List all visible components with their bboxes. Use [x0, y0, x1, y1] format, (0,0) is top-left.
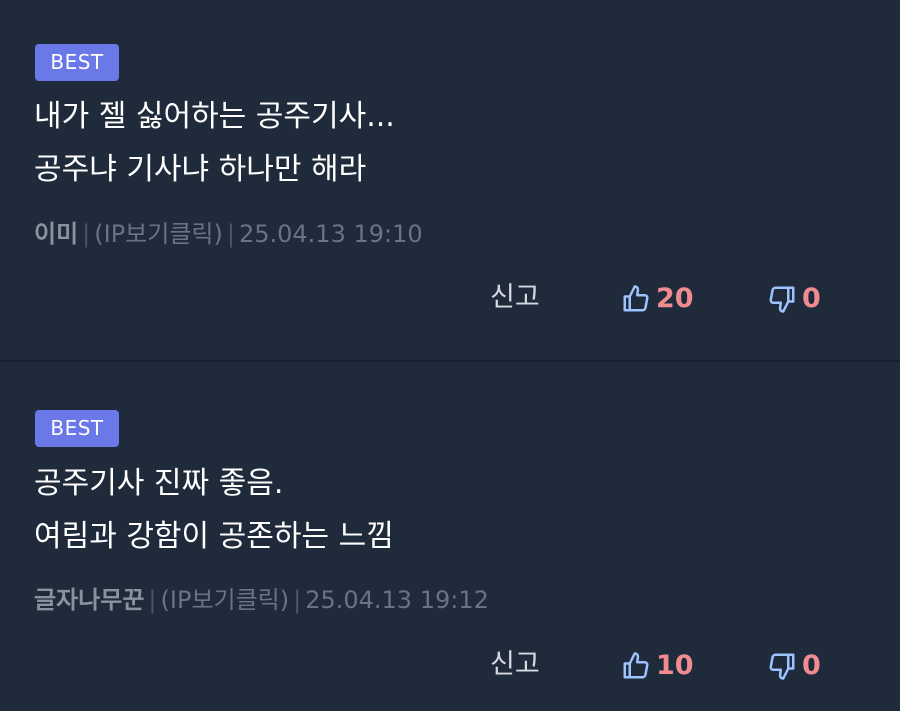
thumbs-down-icon: [767, 651, 797, 681]
comment-item: BEST 내가 젤 싫어하는 공주기사... 공주냐 기사냐 하나만 해라 이미…: [0, 0, 900, 360]
dislike-button[interactable]: 0: [767, 648, 821, 684]
comment-item: BEST 공주기사 진짜 좋음. 여림과 강함이 공존하는 느낌 글자나무꾼 |(…: [0, 362, 900, 711]
comment-datetime: 25.04.13 19:12: [305, 586, 489, 614]
comment-text-line: 공주냐 기사냐 하나만 해라: [34, 152, 367, 187]
meta-separator: |: [226, 220, 235, 248]
comment-actions: 신고 20 0: [0, 279, 900, 319]
comment-meta: 이미 | (IP보기클릭) | 25.04.13 19:10: [34, 218, 423, 250]
like-count: 20: [656, 283, 694, 314]
dislike-button[interactable]: 0: [767, 281, 821, 317]
report-button[interactable]: 신고: [490, 646, 540, 684]
comment-list: BEST 내가 젤 싫어하는 공주기사... 공주냐 기사냐 하나만 해라 이미…: [0, 0, 900, 711]
thumbs-up-icon: [621, 651, 651, 681]
comment-text-line: 여림과 강함이 공존하는 느낌: [34, 519, 394, 554]
like-button[interactable]: 20: [621, 281, 694, 317]
thumbs-down-icon: [767, 284, 797, 314]
thumbs-up-icon: [621, 284, 651, 314]
ip-view-link[interactable]: (IP보기클릭): [161, 586, 290, 614]
like-count: 10: [656, 650, 694, 681]
best-badge: BEST: [35, 410, 119, 447]
meta-separator: |: [293, 586, 302, 614]
ip-view-link[interactable]: (IP보기클릭): [94, 220, 223, 248]
comment-text-line: 내가 젤 싫어하는 공주기사...: [34, 99, 395, 134]
comment-actions: 신고 10 0: [0, 646, 900, 686]
dislike-count: 0: [802, 650, 821, 681]
comment-text-line: 공주기사 진짜 좋음.: [34, 466, 284, 501]
meta-separator: |: [82, 220, 91, 248]
comment-author[interactable]: 글자나무꾼: [34, 586, 144, 614]
dislike-count: 0: [802, 283, 821, 314]
comment-datetime: 25.04.13 19:10: [238, 220, 423, 248]
meta-separator: |: [148, 586, 157, 614]
like-button[interactable]: 10: [621, 648, 694, 684]
report-button[interactable]: 신고: [490, 279, 540, 317]
comment-meta: 글자나무꾼 | (IP보기클릭) | 25.04.13 19:12: [34, 584, 489, 616]
comment-author[interactable]: 이미: [34, 220, 78, 248]
best-badge: BEST: [35, 44, 119, 81]
